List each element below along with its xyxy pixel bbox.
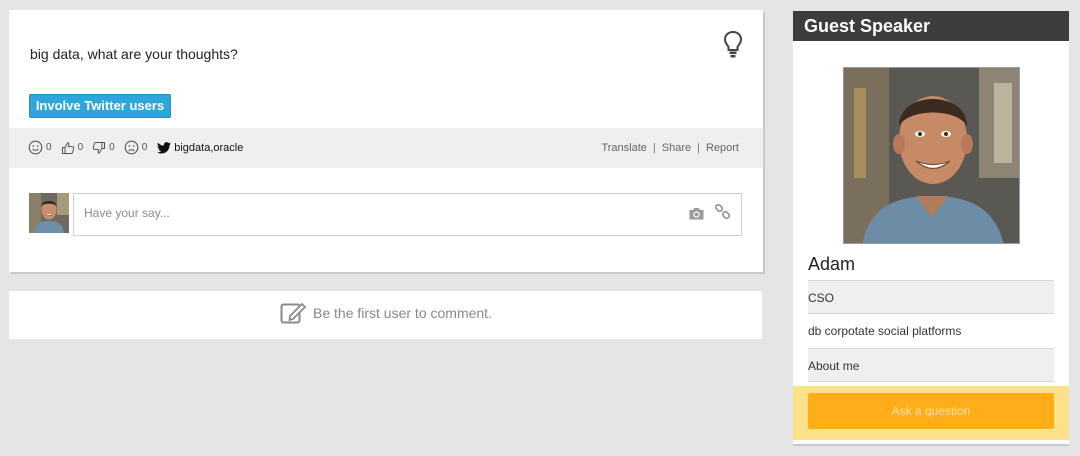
twitter-bird-icon [157,141,172,154]
link-icon[interactable] [714,204,731,221]
smile-icon [28,140,43,155]
like-reaction[interactable]: 0 [61,141,84,155]
share-link[interactable]: Share [662,142,691,154]
about-me-link[interactable]: About me [808,348,1054,382]
smile-reaction[interactable]: 0 [28,140,52,155]
reactions: 0 0 0 0 bigdata,oracle [28,140,243,155]
ask-question-area: Ask a question [793,386,1069,440]
like-count: 0 [77,142,84,153]
thumbs-up-icon [61,141,74,154]
twitter-tags[interactable]: bigdata,oracle [157,142,243,154]
lightbulb-icon[interactable] [723,30,743,60]
post-text: big data, what are your thoughts? [30,46,238,62]
speaker-photo [843,67,1020,244]
comment-input[interactable] [84,206,644,220]
comment-box [73,193,742,236]
guest-speaker-header: Guest Speaker [793,11,1069,41]
report-link[interactable]: Report [706,142,739,154]
empty-comments-text: Be the first user to comment. [313,305,492,321]
user-avatar [29,193,69,233]
camera-icon[interactable] [688,206,705,221]
post-links: Translate | Share | Report [601,142,739,154]
smile-count: 0 [46,142,52,153]
sad-count: 0 [141,142,148,153]
link-separator: | [652,142,656,154]
speaker-name: Adam [808,254,856,274]
involve-twitter-button[interactable]: Involve Twitter users [29,94,171,118]
sad-icon [124,140,139,155]
empty-comments: Be the first user to comment. [280,301,492,325]
action-bar: 0 0 0 0 bigdata,oracle Translate | Share… [9,128,763,168]
thumbs-down-icon [92,141,106,154]
comments-card: Be the first user to comment. [9,291,762,339]
post-card: big data, what are your thoughts? Involv… [9,10,763,272]
edit-icon [280,302,307,324]
translate-link[interactable]: Translate [601,142,646,154]
guest-speaker-panel: Guest Speaker Adam CSO db corpotate soci… [793,11,1069,444]
tags-text: bigdata,oracle [174,141,244,154]
ask-question-button[interactable]: Ask a question [808,393,1054,429]
sad-reaction[interactable]: 0 [124,140,148,155]
speaker-title: CSO [808,280,1054,314]
link-separator: | [697,142,700,154]
dislike-count: 0 [109,142,115,153]
speaker-company: db corpotate social platforms [808,324,962,338]
dislike-reaction[interactable]: 0 [92,141,115,155]
